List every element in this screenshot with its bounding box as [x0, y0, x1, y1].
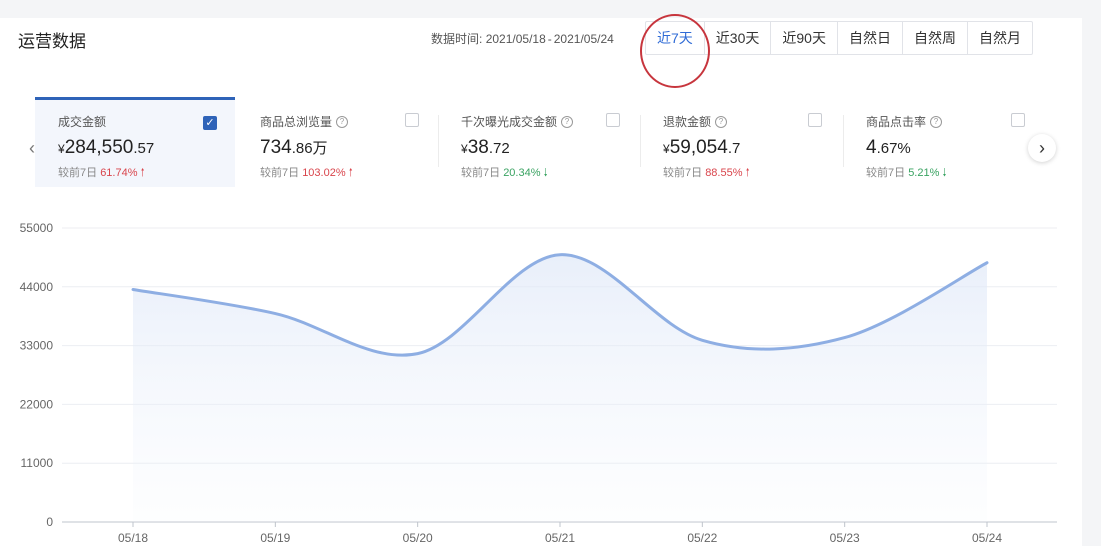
date-start: 2021/05/18	[485, 32, 546, 46]
metric-card-gmv-per-mille[interactable]: 千次曝光成交金额? ¥38.72 较前7日 20.34% 🠓	[438, 97, 638, 187]
x-tick-label: 05/18	[118, 531, 148, 545]
y-tick-label: 44000	[20, 280, 54, 294]
date-end: 2021/05/24	[553, 32, 614, 46]
metric-compare: 较前7日 61.74% 🠑	[58, 167, 145, 179]
arrow-up-icon: 🠑	[140, 167, 145, 179]
help-icon[interactable]: ?	[561, 115, 574, 128]
divider	[640, 115, 641, 167]
page-title: 运营数据	[18, 32, 86, 51]
tab-natural-week[interactable]: 自然周	[901, 22, 967, 54]
x-tick-label: 05/22	[687, 531, 717, 545]
checkbox-icon[interactable]	[606, 113, 620, 127]
metric-compare: 较前7日 88.55% 🠑	[663, 167, 750, 179]
metric-value: ¥38.72	[461, 137, 510, 158]
y-tick-label: 33000	[20, 339, 54, 353]
y-tick-label: 0	[46, 515, 53, 529]
date-range: 数据时间: 2021/05/18-2021/05/24	[431, 30, 614, 47]
tab-last-90-days[interactable]: 近90天	[770, 22, 837, 54]
x-tick-label: 05/19	[260, 531, 290, 545]
tab-last-30-days[interactable]: 近30天	[703, 22, 771, 54]
arrow-down-icon: 🠓	[543, 167, 548, 179]
arrow-up-icon: 🠑	[745, 167, 750, 179]
x-tick-label: 05/21	[545, 531, 575, 545]
x-tick-label: 05/24	[972, 531, 1002, 545]
date-label: 数据时间:	[431, 32, 483, 46]
metric-card-gmv[interactable]: 成交金额 ✓ ¥284,550.57 较前7日 61.74% 🠑	[35, 97, 235, 187]
y-tick-label: 11000	[21, 456, 54, 470]
line-chart: 0 11000 22000 33000 44000 55000 05/18 05/19 05/2…	[20, 221, 1057, 545]
metric-card-refund-amount[interactable]: 退款金额? ¥59,054.7 较前7日 88.55% 🠑	[640, 97, 840, 187]
metric-compare: 较前7日 5.21% 🠓	[866, 167, 947, 179]
metric-value: 734.86万	[260, 137, 328, 158]
metric-value: ¥284,550.57	[58, 137, 155, 158]
help-icon[interactable]: ?	[715, 115, 728, 128]
metric-value: ¥59,054.7	[663, 137, 741, 158]
x-tick-label: 05/23	[830, 531, 860, 545]
y-tick-label: 55000	[20, 221, 54, 235]
series-area	[133, 254, 987, 523]
y-tick-label: 22000	[20, 397, 54, 411]
metric-compare: 较前7日 20.34% 🠓	[461, 167, 548, 179]
tab-last-7-days[interactable]: 近7天	[646, 22, 704, 54]
divider	[843, 115, 844, 167]
range-tab-group: 近7天 近30天 近90天 自然日 自然周 自然月	[645, 21, 1033, 55]
tab-natural-day[interactable]: 自然日	[836, 22, 902, 54]
metric-compare: 较前7日 103.02% 🠑	[260, 167, 353, 179]
checkbox-checked-icon[interactable]: ✓	[203, 116, 217, 130]
tab-natural-month[interactable]: 自然月	[966, 22, 1032, 54]
help-icon[interactable]: ?	[930, 115, 943, 128]
checkbox-icon[interactable]	[405, 113, 419, 127]
x-tick-label: 05/20	[403, 531, 433, 545]
metric-card-click-rate[interactable]: 商品点击率? 4.67% 较前7日 5.21% 🠓	[843, 97, 1043, 187]
arrow-up-icon: 🠑	[348, 167, 353, 179]
checkbox-icon[interactable]	[808, 113, 822, 127]
divider	[438, 115, 439, 167]
help-icon[interactable]: ?	[336, 115, 349, 128]
checkbox-icon[interactable]	[1011, 113, 1025, 127]
arrow-down-icon: 🠓	[942, 167, 947, 179]
date-separator: -	[547, 32, 552, 46]
metric-card-page-views[interactable]: 商品总浏览量? 734.86万 较前7日 103.02% 🠑	[237, 97, 437, 187]
metric-cards: 成交金额 ✓ ¥284,550.57 较前7日 61.74% 🠑 商品总浏览量?…	[35, 97, 1025, 187]
metric-value: 4.67%	[866, 137, 911, 158]
